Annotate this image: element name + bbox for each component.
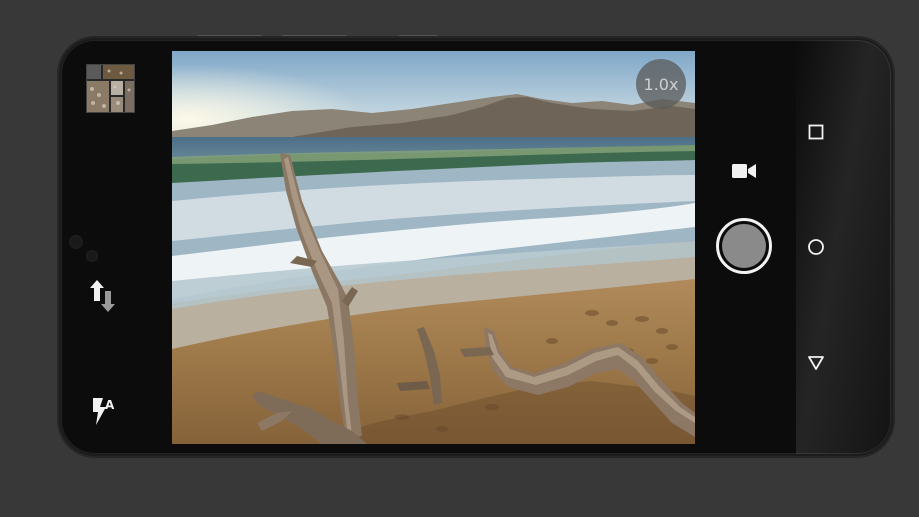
video-camera-icon[interactable] [731,160,757,182]
shutter-button-inner [722,224,766,268]
flash-auto-icon[interactable]: A [88,394,122,428]
front-camera-lens [70,236,82,248]
camera-viewfinder[interactable] [172,51,695,444]
shutter-button[interactable] [716,218,772,274]
flash-auto-badge: A [105,398,115,412]
switch-camera-icon[interactable] [86,278,120,314]
proximity-sensor [87,251,97,261]
zoom-level-label: 1.0x [643,74,679,94]
zoom-level-button[interactable]: 1.0x [636,59,686,109]
triangle-back-icon[interactable] [806,353,826,373]
gallery-thumbnail[interactable] [86,64,135,113]
square-icon[interactable] [806,122,826,142]
circle-icon[interactable] [806,237,826,257]
